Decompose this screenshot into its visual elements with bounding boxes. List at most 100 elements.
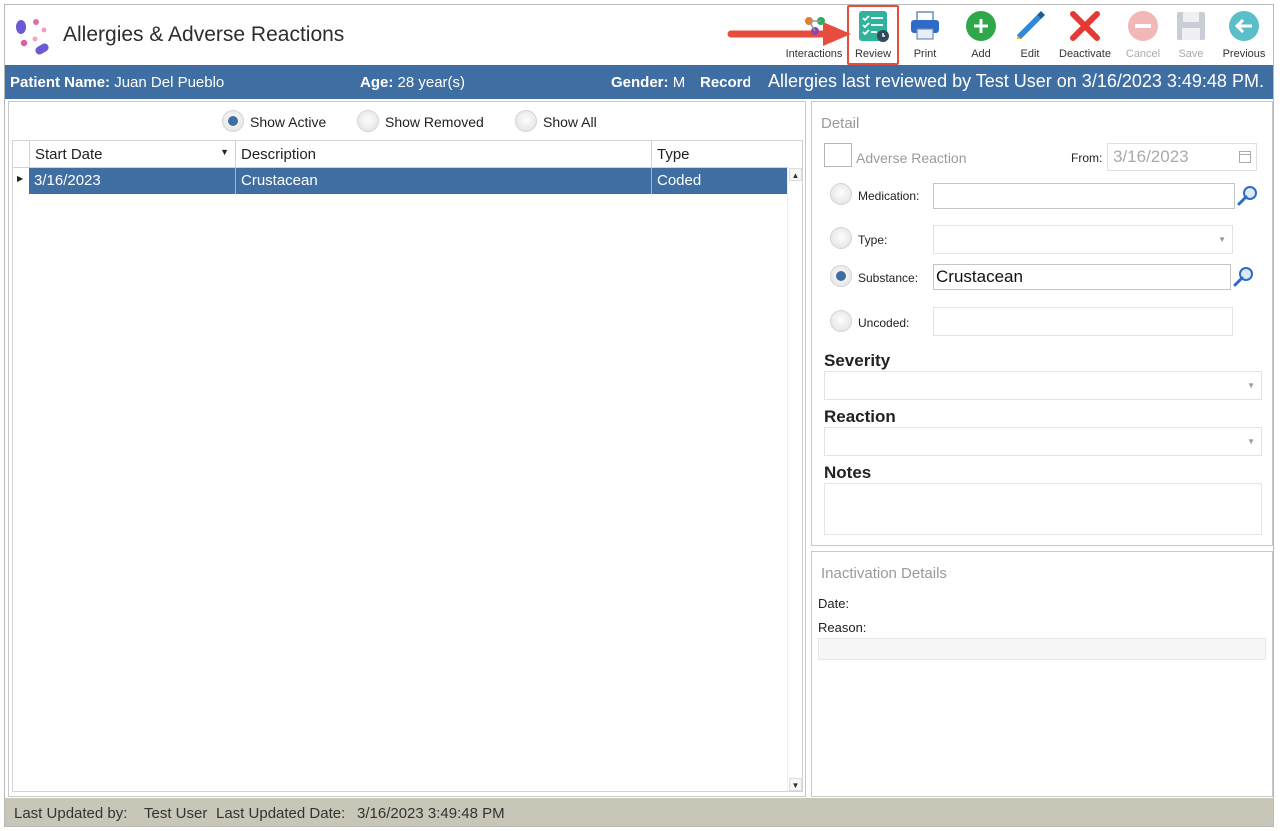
uncoded-field[interactable] bbox=[933, 307, 1233, 336]
chevron-down-icon: ▼ bbox=[1247, 381, 1255, 390]
allergy-grid: Start Date ▼ Description Type ▶ 3/16/202… bbox=[12, 140, 803, 792]
updated-date-value: 3/16/2023 3:49:48 PM bbox=[357, 805, 505, 822]
add-button[interactable]: Add bbox=[959, 5, 1003, 63]
severity-dropdown[interactable]: ▼ bbox=[824, 371, 1262, 400]
substance-search-icon[interactable] bbox=[1233, 265, 1255, 287]
cell-description[interactable]: Crustacean bbox=[235, 168, 651, 194]
pills-icon bbox=[16, 19, 49, 55]
allergy-list-panel: Show Active Show Removed Show All Start … bbox=[8, 101, 806, 797]
notes-textarea[interactable] bbox=[824, 483, 1262, 535]
cancel-minus-icon bbox=[1128, 11, 1158, 41]
severity-heading: Severity bbox=[824, 351, 891, 370]
show-all-label[interactable]: Show All bbox=[543, 114, 597, 130]
deactivate-label: Deactivate bbox=[1059, 48, 1111, 60]
column-description-label: Description bbox=[241, 146, 317, 163]
inactivation-panel: Inactivation Details Date: Reason: bbox=[811, 551, 1273, 797]
row-cells: 3/16/2023 Crustacean Coded bbox=[29, 168, 788, 194]
type-label: Type: bbox=[858, 233, 888, 247]
adverse-reaction-checkbox[interactable] bbox=[824, 143, 852, 167]
interactions-label: Interactions bbox=[785, 48, 843, 60]
substance-label: Substance: bbox=[858, 271, 919, 285]
grid-scrollbar[interactable]: ▲ ▼ bbox=[787, 168, 802, 791]
inactivation-date-label: Date: bbox=[818, 596, 850, 611]
patient-banner: Patient Name: Juan Del Pueblo Age: 28 ye… bbox=[5, 65, 1273, 99]
column-start-date-label: Start Date bbox=[35, 146, 103, 163]
scroll-up-icon[interactable]: ▲ bbox=[789, 168, 802, 181]
calendar-icon[interactable] bbox=[1239, 151, 1251, 163]
interactions-button[interactable]: Interactions bbox=[781, 5, 847, 63]
back-arrow-icon bbox=[1229, 11, 1259, 41]
patient-gender-field: Gender: M bbox=[611, 74, 685, 91]
inactivation-reason-field bbox=[818, 638, 1266, 660]
reaction-heading: Reaction bbox=[824, 407, 896, 426]
from-label: From: bbox=[1071, 151, 1103, 165]
grid-header: Start Date ▼ Description Type bbox=[13, 141, 788, 168]
show-active-radio[interactable] bbox=[222, 110, 244, 132]
printer-icon bbox=[911, 11, 939, 40]
inactivation-reason-label: Reason: bbox=[818, 620, 867, 635]
patient-gender-value: M bbox=[672, 74, 686, 91]
save-button[interactable]: Save bbox=[1171, 5, 1211, 63]
sort-down-icon: ▼ bbox=[220, 147, 229, 157]
medication-label: Medication: bbox=[858, 189, 920, 203]
column-start-date[interactable]: Start Date ▼ bbox=[29, 141, 235, 168]
scroll-down-icon[interactable]: ▼ bbox=[789, 778, 802, 791]
updated-by-value: Test User bbox=[144, 805, 208, 822]
save-label: Save bbox=[1178, 48, 1204, 60]
cell-start-date[interactable]: 3/16/2023 bbox=[29, 168, 235, 194]
from-date-value: 3/16/2023 bbox=[1113, 147, 1189, 166]
patient-age-value: 28 year(s) bbox=[397, 74, 466, 91]
substance-radio[interactable] bbox=[830, 265, 852, 287]
column-type[interactable]: Type bbox=[651, 141, 789, 168]
print-button[interactable]: Print bbox=[903, 5, 947, 63]
uncoded-radio[interactable] bbox=[830, 310, 852, 332]
cell-type[interactable]: Coded bbox=[651, 168, 789, 194]
header: Allergies & Adverse Reactions Interactio… bbox=[5, 5, 1273, 65]
patient-record-label: Record bbox=[700, 74, 750, 91]
add-label: Add bbox=[971, 48, 991, 60]
filter-radio-group: Show Active Show Removed Show All bbox=[9, 108, 805, 138]
patient-record-field: Record bbox=[700, 74, 750, 91]
inactivation-title: Inactivation Details bbox=[821, 565, 947, 582]
deactivate-button[interactable]: Deactivate bbox=[1055, 5, 1115, 63]
edit-button[interactable]: Edit bbox=[1009, 5, 1051, 63]
column-description[interactable]: Description bbox=[235, 141, 651, 168]
show-removed-radio[interactable] bbox=[357, 110, 379, 132]
medication-search-icon[interactable] bbox=[1237, 184, 1259, 206]
patient-name-field: Patient Name: Juan Del Pueblo bbox=[10, 74, 224, 91]
floppy-disk-icon bbox=[1177, 12, 1205, 40]
add-plus-icon bbox=[966, 11, 996, 41]
column-type-label: Type bbox=[657, 146, 690, 163]
table-row[interactable]: ▶ 3/16/2023 Crustacean Coded bbox=[13, 168, 788, 194]
cancel-label: Cancel bbox=[1125, 48, 1161, 60]
status-bar: Last Updated by: Test User Last Updated … bbox=[5, 798, 1273, 826]
patient-name-label: Patient Name: bbox=[10, 74, 111, 91]
type-radio[interactable] bbox=[830, 227, 852, 249]
updated-date-label: Last Updated Date: bbox=[216, 805, 346, 822]
patient-age-label: Age: bbox=[360, 74, 394, 91]
show-active-label[interactable]: Show Active bbox=[250, 114, 326, 130]
show-removed-label[interactable]: Show Removed bbox=[385, 114, 484, 130]
from-date-field[interactable]: 3/16/2023 bbox=[1107, 143, 1257, 171]
edit-label: Edit bbox=[1020, 48, 1040, 60]
type-dropdown[interactable]: ▼ bbox=[933, 225, 1233, 254]
last-reviewed-note: Allergies last reviewed by Test User on … bbox=[768, 71, 1264, 91]
review-highlight-box bbox=[847, 5, 899, 65]
cancel-button[interactable]: Cancel bbox=[1121, 5, 1165, 63]
detail-title: Detail bbox=[821, 115, 860, 132]
uncoded-label: Uncoded: bbox=[858, 316, 910, 330]
adverse-reaction-label: Adverse Reaction bbox=[856, 150, 967, 166]
updated-by-label: Last Updated by: bbox=[14, 805, 128, 822]
previous-button[interactable]: Previous bbox=[1219, 5, 1269, 63]
patient-name-value: Juan Del Pueblo bbox=[114, 74, 225, 91]
show-all-radio[interactable] bbox=[515, 110, 537, 132]
reaction-dropdown[interactable]: ▼ bbox=[824, 427, 1262, 456]
page-title: Allergies & Adverse Reactions bbox=[63, 23, 345, 46]
medication-radio[interactable] bbox=[830, 183, 852, 205]
interactions-icon bbox=[805, 17, 825, 35]
row-indicator: ▶ bbox=[13, 168, 29, 194]
substance-field[interactable]: Crustacean bbox=[933, 264, 1231, 290]
medication-field[interactable] bbox=[933, 183, 1235, 209]
notes-heading: Notes bbox=[824, 463, 872, 482]
detail-panel: Detail Adverse Reaction From: 3/16/2023 … bbox=[811, 101, 1273, 546]
